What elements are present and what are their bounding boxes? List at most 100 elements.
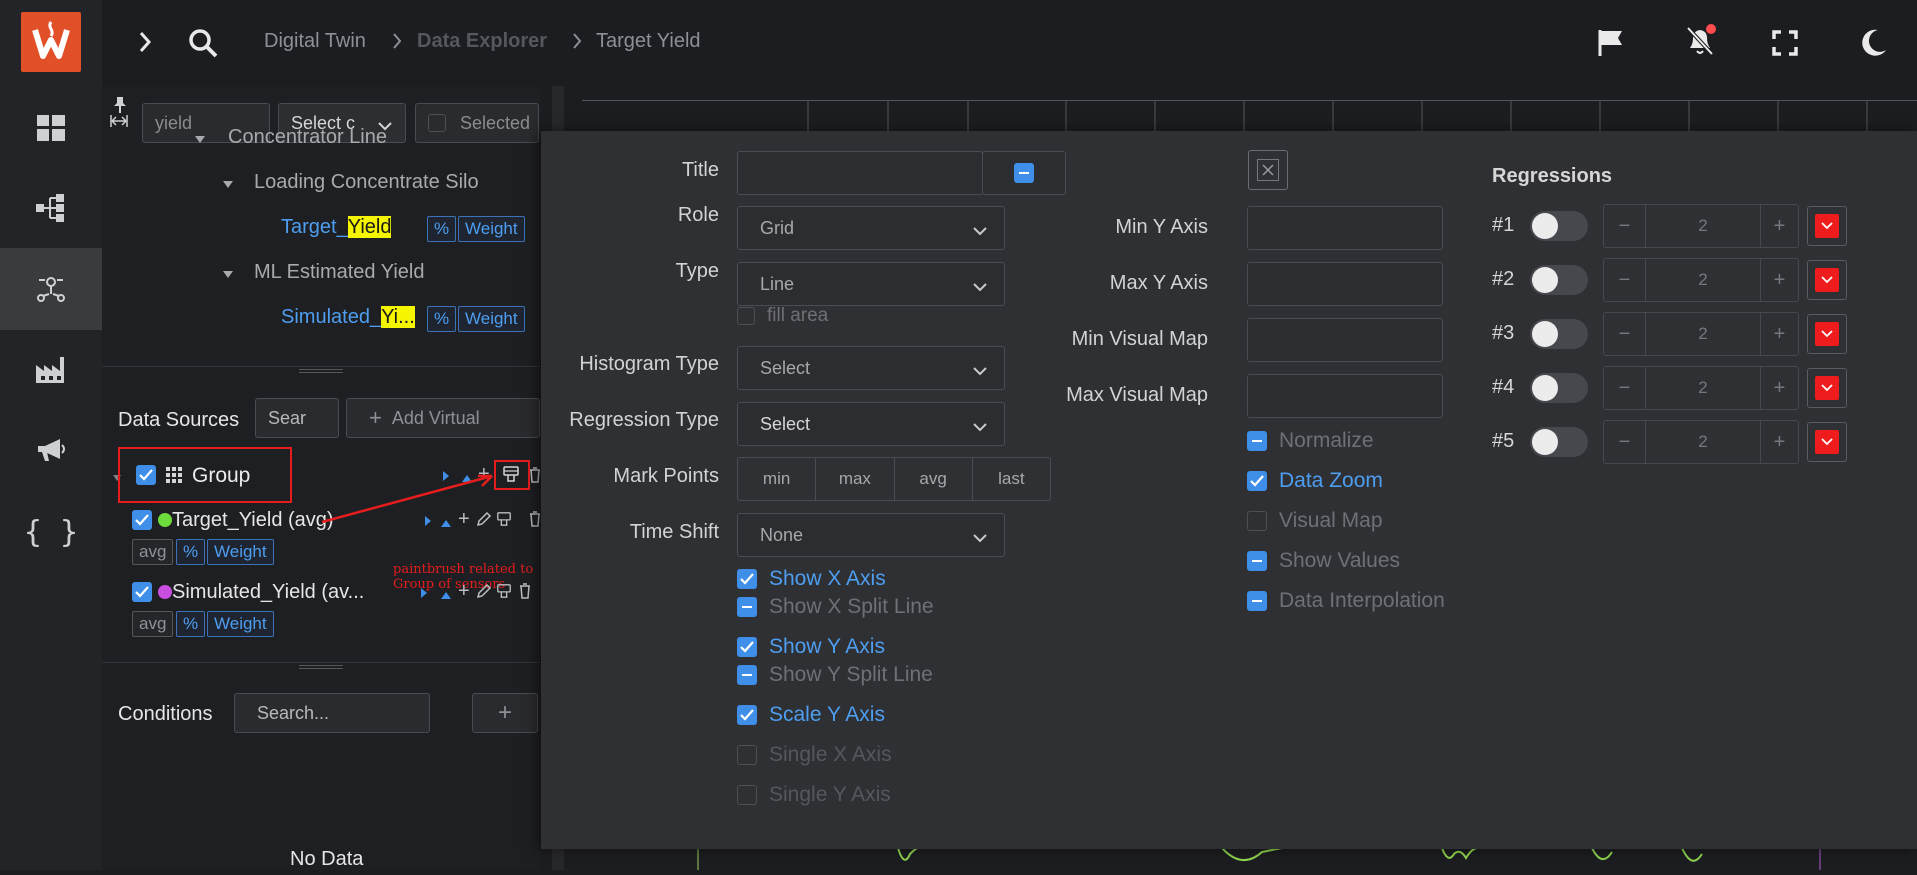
source-name[interactable]: Simulated_Yield (av... — [172, 581, 364, 604]
aggregation-tag[interactable]: avg — [132, 539, 174, 565]
weight-tag[interactable]: Weight — [458, 306, 525, 332]
min-visual-map-input[interactable] — [1247, 318, 1443, 362]
search-icon[interactable] — [188, 28, 218, 63]
code-braces-icon[interactable]: { } — [0, 492, 102, 572]
trash-icon[interactable] — [520, 583, 530, 604]
data-zoom-row[interactable]: Data Zoom — [1247, 469, 1383, 493]
regression-toggle[interactable] — [1530, 211, 1588, 241]
trash-icon[interactable] — [530, 511, 540, 532]
regression-color-button[interactable] — [1807, 422, 1847, 462]
show-y-axis-row[interactable]: Show Y Axis — [737, 635, 885, 659]
play-icon[interactable] — [420, 586, 428, 604]
group-checkbox[interactable] — [136, 465, 156, 485]
paintbrush-icon[interactable] — [496, 583, 512, 604]
regression-color-button[interactable] — [1807, 314, 1847, 354]
weight-tag[interactable]: Weight — [207, 611, 274, 637]
show-x-axis-row[interactable]: Show X Axis — [737, 567, 886, 591]
factory-icon[interactable] — [0, 330, 102, 410]
group-label[interactable]: Group — [192, 464, 250, 488]
tree-node-loading-silo[interactable]: Loading Concentrate Silo — [254, 171, 479, 194]
expand-caret-icon[interactable] — [194, 132, 206, 150]
data-interpolation-row[interactable]: Data Interpolation — [1247, 589, 1445, 613]
decrement-button[interactable]: − — [1604, 367, 1646, 409]
add-icon[interactable]: + — [458, 580, 470, 603]
show-y-split-line-checkbox[interactable] — [737, 665, 757, 685]
decrement-button[interactable]: − — [1604, 205, 1646, 247]
percent-tag[interactable]: % — [427, 216, 457, 242]
breadcrumb-digital-twin[interactable]: Digital Twin — [264, 30, 366, 53]
title-indeterminate-checkbox[interactable] — [1014, 163, 1034, 183]
sensor-network-icon[interactable] — [0, 248, 102, 330]
regression-color-button[interactable] — [1807, 206, 1847, 246]
mark-point-last[interactable]: last — [973, 458, 1050, 500]
regression-type-select[interactable]: Select — [737, 402, 1005, 446]
notifications-muted-icon[interactable] — [1684, 24, 1716, 63]
decrement-button[interactable]: − — [1604, 313, 1646, 355]
visual-map-row[interactable]: Visual Map — [1247, 509, 1383, 533]
selected-filter-checkbox[interactable]: Selected — [415, 103, 539, 143]
single-y-axis-row[interactable]: Single Y Axis — [737, 783, 891, 807]
stepper-value[interactable]: 2 — [1646, 259, 1760, 301]
single-y-axis-checkbox[interactable] — [737, 785, 757, 805]
mark-point-max[interactable]: max — [816, 458, 895, 500]
percent-tag[interactable]: % — [427, 306, 457, 332]
add-virtual-button[interactable]: + Add Virtual — [346, 398, 540, 438]
scale-y-axis-row[interactable]: Scale Y Axis — [737, 703, 885, 727]
show-values-row[interactable]: Show Values — [1247, 549, 1400, 573]
tree-leaf-target-yield[interactable]: Target_Yield — [281, 216, 392, 239]
title-input[interactable] — [737, 151, 983, 195]
tree-leaf-simulated-yield[interactable]: Simulated_Yi... — [281, 306, 415, 329]
normalize-checkbox[interactable] — [1247, 431, 1267, 451]
show-values-checkbox[interactable] — [1247, 551, 1267, 571]
percent-tag[interactable]: % — [176, 539, 206, 565]
fullscreen-icon[interactable] — [1772, 30, 1798, 61]
max-y-axis-input[interactable] — [1247, 262, 1443, 306]
time-shift-select[interactable]: None — [737, 513, 1005, 557]
mark-point-min[interactable]: min — [738, 458, 817, 500]
max-visual-map-input[interactable] — [1247, 374, 1443, 418]
regression-toggle[interactable] — [1530, 427, 1588, 457]
increment-button[interactable]: + — [1760, 367, 1798, 409]
app-logo[interactable] — [21, 12, 81, 72]
stepper-value[interactable]: 2 — [1646, 367, 1760, 409]
fill-area-checkbox-row[interactable]: fill area — [737, 305, 828, 327]
panel-splitter[interactable] — [102, 662, 540, 669]
fill-area-checkbox[interactable] — [737, 307, 755, 325]
panel-splitter[interactable] — [102, 366, 540, 373]
source-checkbox[interactable] — [132, 582, 152, 602]
expand-chevron-icon[interactable] — [138, 30, 152, 59]
stepper-value[interactable]: 2 — [1646, 205, 1760, 247]
weight-tag[interactable]: Weight — [207, 539, 274, 565]
stepper-value[interactable]: 2 — [1646, 421, 1760, 463]
flow-icon[interactable] — [0, 168, 102, 248]
single-x-axis-checkbox[interactable] — [737, 745, 757, 765]
type-select[interactable]: Line — [737, 262, 1005, 306]
decrement-button[interactable]: − — [1604, 259, 1646, 301]
show-x-axis-checkbox[interactable] — [737, 569, 757, 589]
series-color-dot[interactable] — [158, 513, 172, 527]
increment-button[interactable]: + — [1760, 205, 1798, 247]
dark-mode-moon-icon[interactable] — [1860, 28, 1888, 63]
normalize-row[interactable]: Normalize — [1247, 429, 1374, 453]
resize-horizontal-icon[interactable] — [110, 114, 128, 133]
tree-node-ml-estimated-yield[interactable]: ML Estimated Yield — [254, 261, 424, 284]
title-toggle-field[interactable] — [982, 151, 1066, 195]
regression-toggle[interactable] — [1530, 319, 1588, 349]
role-select[interactable]: Grid — [737, 206, 1005, 250]
min-y-axis-input[interactable] — [1247, 206, 1443, 250]
stepper-value[interactable]: 2 — [1646, 313, 1760, 355]
megaphone-icon[interactable] — [0, 410, 102, 490]
show-x-split-line-checkbox[interactable] — [737, 597, 757, 617]
data-sources-search[interactable]: Sear — [255, 398, 339, 438]
weight-tag[interactable]: Weight — [458, 216, 525, 242]
show-y-split-line-row[interactable]: Show Y Split Line — [737, 663, 933, 687]
visual-map-checkbox[interactable] — [1247, 511, 1267, 531]
selected-checkbox-box[interactable] — [428, 114, 446, 132]
increment-button[interactable]: + — [1760, 421, 1798, 463]
scale-y-axis-checkbox[interactable] — [737, 705, 757, 725]
increment-button[interactable]: + — [1760, 313, 1798, 355]
aggregation-tag[interactable]: avg — [132, 611, 174, 637]
conditions-search-input[interactable]: Search... — [234, 693, 430, 733]
regression-toggle[interactable] — [1530, 373, 1588, 403]
expand-caret-icon[interactable] — [222, 177, 234, 195]
